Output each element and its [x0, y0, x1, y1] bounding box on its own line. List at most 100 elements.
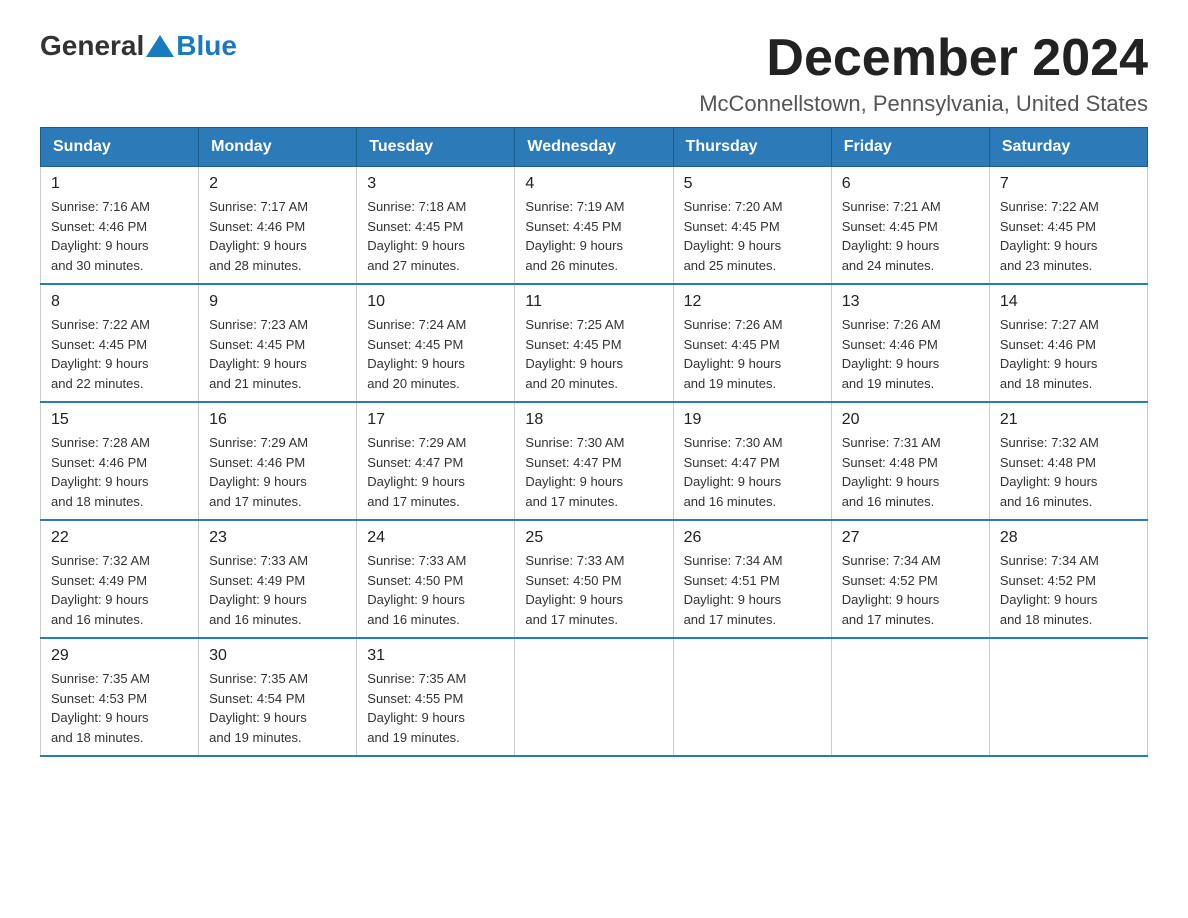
day-info: Sunrise: 7:34 AMSunset: 4:51 PMDaylight:…: [684, 553, 783, 627]
calendar-cell: 4 Sunrise: 7:19 AMSunset: 4:45 PMDayligh…: [515, 167, 673, 285]
day-info: Sunrise: 7:30 AMSunset: 4:47 PMDaylight:…: [684, 435, 783, 509]
calendar-week-row: 22 Sunrise: 7:32 AMSunset: 4:49 PMDaylig…: [41, 520, 1148, 638]
day-number: 9: [209, 293, 346, 311]
calendar-cell: 10 Sunrise: 7:24 AMSunset: 4:45 PMDaylig…: [357, 284, 515, 402]
day-number: 29: [51, 647, 188, 665]
calendar-cell: 5 Sunrise: 7:20 AMSunset: 4:45 PMDayligh…: [673, 167, 831, 285]
day-number: 30: [209, 647, 346, 665]
month-title: December 2024: [699, 30, 1148, 87]
day-info: Sunrise: 7:35 AMSunset: 4:53 PMDaylight:…: [51, 671, 150, 745]
day-info: Sunrise: 7:33 AMSunset: 4:49 PMDaylight:…: [209, 553, 308, 627]
header-friday: Friday: [831, 128, 989, 167]
calendar-week-row: 29 Sunrise: 7:35 AMSunset: 4:53 PMDaylig…: [41, 638, 1148, 756]
day-number: 10: [367, 293, 504, 311]
calendar-header-row: SundayMondayTuesdayWednesdayThursdayFrid…: [41, 128, 1148, 167]
calendar-week-row: 15 Sunrise: 7:28 AMSunset: 4:46 PMDaylig…: [41, 402, 1148, 520]
calendar-cell: 11 Sunrise: 7:25 AMSunset: 4:45 PMDaylig…: [515, 284, 673, 402]
calendar-week-row: 1 Sunrise: 7:16 AMSunset: 4:46 PMDayligh…: [41, 167, 1148, 285]
day-number: 13: [842, 293, 979, 311]
calendar-cell: 30 Sunrise: 7:35 AMSunset: 4:54 PMDaylig…: [199, 638, 357, 756]
day-number: 11: [525, 293, 662, 311]
day-info: Sunrise: 7:23 AMSunset: 4:45 PMDaylight:…: [209, 317, 308, 391]
day-info: Sunrise: 7:32 AMSunset: 4:49 PMDaylight:…: [51, 553, 150, 627]
day-info: Sunrise: 7:27 AMSunset: 4:46 PMDaylight:…: [1000, 317, 1099, 391]
calendar-cell: 26 Sunrise: 7:34 AMSunset: 4:51 PMDaylig…: [673, 520, 831, 638]
day-number: 25: [525, 529, 662, 547]
calendar-cell: 14 Sunrise: 7:27 AMSunset: 4:46 PMDaylig…: [989, 284, 1147, 402]
day-info: Sunrise: 7:34 AMSunset: 4:52 PMDaylight:…: [1000, 553, 1099, 627]
day-info: Sunrise: 7:22 AMSunset: 4:45 PMDaylight:…: [1000, 199, 1099, 273]
calendar-cell: 23 Sunrise: 7:33 AMSunset: 4:49 PMDaylig…: [199, 520, 357, 638]
page-header: General Blue December 2024 McConnellstow…: [40, 30, 1148, 117]
day-info: Sunrise: 7:22 AMSunset: 4:45 PMDaylight:…: [51, 317, 150, 391]
calendar-cell: 16 Sunrise: 7:29 AMSunset: 4:46 PMDaylig…: [199, 402, 357, 520]
day-info: Sunrise: 7:26 AMSunset: 4:46 PMDaylight:…: [842, 317, 941, 391]
day-number: 7: [1000, 175, 1137, 193]
calendar-cell: [673, 638, 831, 756]
calendar-cell: 25 Sunrise: 7:33 AMSunset: 4:50 PMDaylig…: [515, 520, 673, 638]
header-saturday: Saturday: [989, 128, 1147, 167]
calendar-cell: 22 Sunrise: 7:32 AMSunset: 4:49 PMDaylig…: [41, 520, 199, 638]
header-wednesday: Wednesday: [515, 128, 673, 167]
day-number: 22: [51, 529, 188, 547]
day-info: Sunrise: 7:25 AMSunset: 4:45 PMDaylight:…: [525, 317, 624, 391]
calendar-cell: [831, 638, 989, 756]
day-number: 8: [51, 293, 188, 311]
day-number: 27: [842, 529, 979, 547]
calendar-cell: 19 Sunrise: 7:30 AMSunset: 4:47 PMDaylig…: [673, 402, 831, 520]
day-number: 16: [209, 411, 346, 429]
calendar-week-row: 8 Sunrise: 7:22 AMSunset: 4:45 PMDayligh…: [41, 284, 1148, 402]
calendar-cell: 17 Sunrise: 7:29 AMSunset: 4:47 PMDaylig…: [357, 402, 515, 520]
day-number: 6: [842, 175, 979, 193]
day-number: 5: [684, 175, 821, 193]
logo-triangle-icon: [146, 35, 174, 57]
calendar-cell: 9 Sunrise: 7:23 AMSunset: 4:45 PMDayligh…: [199, 284, 357, 402]
day-number: 1: [51, 175, 188, 193]
day-number: 19: [684, 411, 821, 429]
day-info: Sunrise: 7:29 AMSunset: 4:47 PMDaylight:…: [367, 435, 466, 509]
logo-blue-text: Blue: [176, 30, 237, 62]
header-tuesday: Tuesday: [357, 128, 515, 167]
day-info: Sunrise: 7:34 AMSunset: 4:52 PMDaylight:…: [842, 553, 941, 627]
title-area: December 2024 McConnellstown, Pennsylvan…: [699, 30, 1148, 117]
day-info: Sunrise: 7:18 AMSunset: 4:45 PMDaylight:…: [367, 199, 466, 273]
calendar-cell: 21 Sunrise: 7:32 AMSunset: 4:48 PMDaylig…: [989, 402, 1147, 520]
calendar-cell: [989, 638, 1147, 756]
header-sunday: Sunday: [41, 128, 199, 167]
day-info: Sunrise: 7:28 AMSunset: 4:46 PMDaylight:…: [51, 435, 150, 509]
calendar-cell: 12 Sunrise: 7:26 AMSunset: 4:45 PMDaylig…: [673, 284, 831, 402]
day-info: Sunrise: 7:33 AMSunset: 4:50 PMDaylight:…: [525, 553, 624, 627]
calendar-cell: 6 Sunrise: 7:21 AMSunset: 4:45 PMDayligh…: [831, 167, 989, 285]
logo-general-text: General: [40, 30, 144, 62]
day-number: 4: [525, 175, 662, 193]
day-number: 15: [51, 411, 188, 429]
calendar-cell: 8 Sunrise: 7:22 AMSunset: 4:45 PMDayligh…: [41, 284, 199, 402]
calendar-cell: 27 Sunrise: 7:34 AMSunset: 4:52 PMDaylig…: [831, 520, 989, 638]
day-number: 18: [525, 411, 662, 429]
calendar-cell: 1 Sunrise: 7:16 AMSunset: 4:46 PMDayligh…: [41, 167, 199, 285]
day-info: Sunrise: 7:33 AMSunset: 4:50 PMDaylight:…: [367, 553, 466, 627]
calendar-cell: 7 Sunrise: 7:22 AMSunset: 4:45 PMDayligh…: [989, 167, 1147, 285]
day-number: 12: [684, 293, 821, 311]
day-number: 21: [1000, 411, 1137, 429]
calendar-cell: 3 Sunrise: 7:18 AMSunset: 4:45 PMDayligh…: [357, 167, 515, 285]
day-info: Sunrise: 7:32 AMSunset: 4:48 PMDaylight:…: [1000, 435, 1099, 509]
day-number: 14: [1000, 293, 1137, 311]
day-info: Sunrise: 7:30 AMSunset: 4:47 PMDaylight:…: [525, 435, 624, 509]
header-thursday: Thursday: [673, 128, 831, 167]
calendar-table: SundayMondayTuesdayWednesdayThursdayFrid…: [40, 127, 1148, 757]
day-info: Sunrise: 7:29 AMSunset: 4:46 PMDaylight:…: [209, 435, 308, 509]
day-number: 26: [684, 529, 821, 547]
day-info: Sunrise: 7:19 AMSunset: 4:45 PMDaylight:…: [525, 199, 624, 273]
day-info: Sunrise: 7:17 AMSunset: 4:46 PMDaylight:…: [209, 199, 308, 273]
day-number: 28: [1000, 529, 1137, 547]
calendar-cell: 15 Sunrise: 7:28 AMSunset: 4:46 PMDaylig…: [41, 402, 199, 520]
day-number: 17: [367, 411, 504, 429]
day-number: 2: [209, 175, 346, 193]
calendar-cell: 31 Sunrise: 7:35 AMSunset: 4:55 PMDaylig…: [357, 638, 515, 756]
day-info: Sunrise: 7:35 AMSunset: 4:54 PMDaylight:…: [209, 671, 308, 745]
header-monday: Monday: [199, 128, 357, 167]
calendar-cell: 20 Sunrise: 7:31 AMSunset: 4:48 PMDaylig…: [831, 402, 989, 520]
day-number: 31: [367, 647, 504, 665]
day-number: 24: [367, 529, 504, 547]
